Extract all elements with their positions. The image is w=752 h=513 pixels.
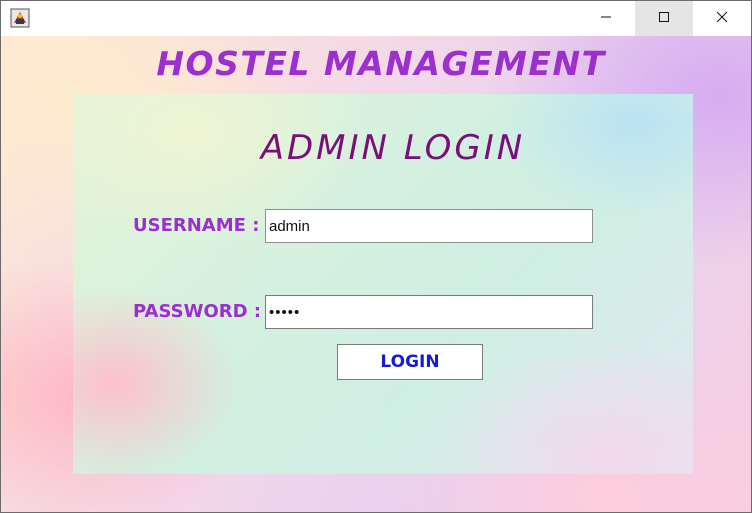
content-area: HOSTEL MANAGEMENT ADMIN LOGIN USERNAME :… — [1, 36, 751, 512]
username-input[interactable] — [265, 209, 593, 243]
login-panel: ADMIN LOGIN USERNAME : PASSWORD : LOGIN — [73, 94, 693, 474]
minimize-icon — [600, 10, 612, 28]
maximize-icon — [658, 10, 670, 28]
app-window: HOSTEL MANAGEMENT ADMIN LOGIN USERNAME :… — [0, 0, 752, 513]
username-label: USERNAME : — [133, 215, 260, 236]
password-label: PASSWORD : — [133, 301, 262, 322]
login-title: ADMIN LOGIN — [260, 128, 526, 168]
close-button[interactable] — [693, 1, 751, 36]
title-bar[interactable] — [1, 1, 751, 36]
password-input[interactable] — [265, 295, 593, 329]
app-heading: HOSTEL MANAGEMENT — [156, 44, 606, 83]
login-button[interactable]: LOGIN — [337, 344, 483, 380]
close-icon — [716, 10, 728, 28]
maximize-button[interactable] — [635, 1, 693, 36]
minimize-button[interactable] — [577, 1, 635, 36]
java-app-icon — [10, 8, 30, 28]
